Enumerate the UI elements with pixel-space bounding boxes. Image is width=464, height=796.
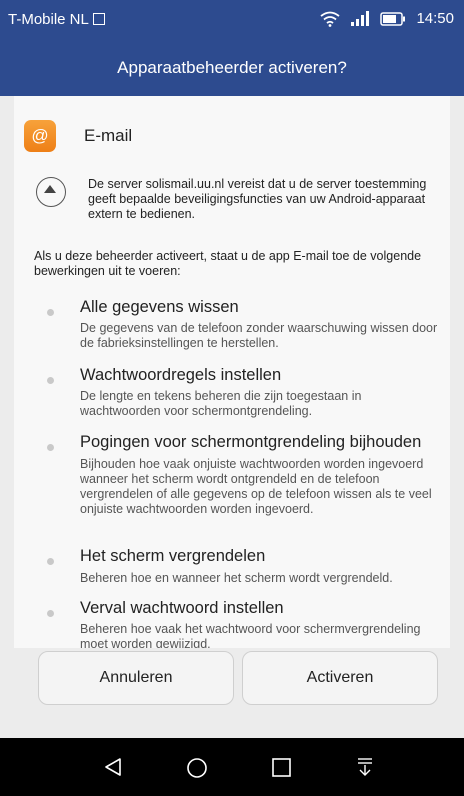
expand-details-button[interactable]	[36, 177, 66, 207]
home-icon[interactable]	[186, 757, 208, 779]
permission-description: De gegevens van de telefoon zonder waars…	[80, 321, 438, 350]
permission-title: Verval wachtwoord instellen	[80, 599, 284, 617]
permission-title: Pogingen voor schermontgrendeling bijhou…	[80, 433, 422, 451]
permission-description: Bijhouden hoe vaak onjuiste wachtwoorden…	[80, 457, 432, 516]
status-icons: 14:50	[320, 10, 454, 27]
activate-button[interactable]: Activeren	[242, 651, 438, 705]
clock: 14:50	[416, 10, 454, 27]
page-title: Apparaatbeheerder activeren?	[117, 58, 347, 77]
carrier-label: T-Mobile NL	[8, 11, 105, 28]
permission-title: Het scherm vergrendelen	[80, 547, 266, 565]
battery-icon	[380, 11, 406, 26]
navigation-bar	[0, 738, 464, 796]
back-icon[interactable]	[103, 757, 123, 777]
status-bar: T-Mobile NL 14:50	[0, 0, 464, 40]
email-app-icon: @	[24, 120, 56, 152]
intro-text: Als u deze beheerder activeert, staat u …	[34, 249, 422, 278]
permission-description: Beheren hoe en wanneer het scherm wordt …	[80, 571, 393, 585]
permission-description: De lengte en tekens beheren die zijn toe…	[80, 389, 362, 418]
scroll-content[interactable]: @ E-mail De server solismail.uu.nl verei…	[14, 96, 450, 648]
bullet-icon	[47, 444, 54, 451]
bullet-icon	[47, 610, 54, 617]
cancel-button[interactable]: Annuleren	[38, 651, 234, 705]
button-bar: Annuleren Activeren	[0, 648, 464, 738]
bullet-icon	[47, 558, 54, 565]
wifi-icon	[320, 11, 341, 27]
app-row: @ E-mail	[24, 118, 132, 154]
bullet-icon	[47, 377, 54, 384]
chevron-up-icon	[44, 185, 56, 193]
permission-title: Wachtwoordregels instellen	[80, 366, 282, 384]
signal-icon	[351, 10, 370, 26]
recents-icon[interactable]	[272, 758, 291, 777]
dialog-header: Apparaatbeheerder activeren?	[0, 40, 464, 96]
bullet-icon	[47, 309, 54, 316]
permission-title: Alle gegevens wissen	[80, 298, 239, 316]
server-notice: De server solismail.uu.nl vereist dat u …	[88, 177, 427, 221]
app-name: E-mail	[84, 126, 133, 145]
carrier-name: T-Mobile NL	[8, 11, 89, 28]
permission-description: Beheren hoe vaak het wachtwoord voor sch…	[80, 622, 421, 648]
notification-pull-icon[interactable]	[357, 757, 373, 777]
sim-card-icon	[92, 13, 105, 25]
